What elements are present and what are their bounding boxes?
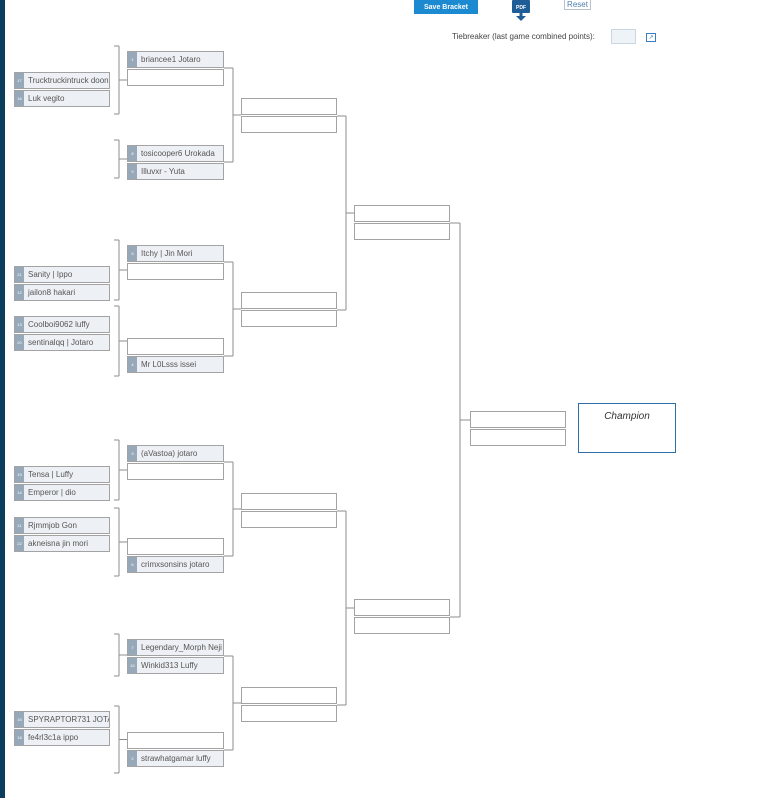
round1-slot[interactable]: [127, 463, 224, 480]
round3-slot[interactable]: [354, 599, 450, 616]
bracket-connector-lines: [114, 45, 470, 774]
seed-badge: 21: [15, 267, 24, 282]
play-in-slot[interactable]: 11 Rjmmjob Gon: [14, 517, 110, 534]
round2-slot[interactable]: [241, 511, 337, 528]
round1-slot[interactable]: 6 crimxsonsins jotaro: [127, 556, 224, 573]
team-name: Rjmmjob Gon: [28, 521, 77, 530]
team-name: Mr L0Lsss issei: [141, 360, 197, 369]
seed-badge: 8: [128, 146, 137, 161]
play-in-slot[interactable]: 19 Tensa | Luffy: [14, 466, 110, 483]
team-name: (aVastoa) jotaro: [141, 449, 198, 458]
team-name: strawhatgamar luffy: [141, 754, 211, 763]
round2-slot[interactable]: [241, 292, 337, 309]
final-slot[interactable]: [470, 411, 566, 428]
team-name: sentinalqq | Jotaro: [28, 338, 94, 347]
champion-label: Champion: [604, 411, 650, 422]
round1-slot[interactable]: [127, 538, 224, 555]
seed-badge: 16: [15, 91, 24, 106]
team-name: briancee1 Jotaro: [141, 55, 201, 64]
seed-badge: 11: [15, 518, 24, 533]
team-name: Tensa | Luffy: [28, 470, 74, 479]
team-name: Trucktruckintruck doon: [28, 76, 109, 85]
team-name: fe4rl3c1a ippo: [28, 733, 79, 742]
seed-badge: 3: [128, 446, 137, 461]
seed-badge: 10: [128, 658, 137, 673]
play-in-slot[interactable]: 13 Coolboi9062 luffy: [14, 316, 110, 333]
seed-badge: 18: [15, 730, 24, 745]
team-name: jailon8 hakari: [28, 288, 76, 297]
round1-slot[interactable]: 8 tosicooper6 Urokada: [127, 145, 224, 162]
round1-slot[interactable]: [127, 69, 224, 86]
seed-badge: 1: [128, 52, 137, 67]
seed-badge: 7: [128, 640, 137, 655]
round2-slot[interactable]: [241, 705, 337, 722]
seed-badge: 22: [15, 536, 24, 551]
play-in-slot[interactable]: 22 akneisna jin mori: [14, 535, 110, 552]
round2-slot[interactable]: [241, 493, 337, 510]
team-name: Emperor | dio: [28, 488, 76, 497]
seed-badge: 15: [15, 712, 24, 727]
round1-slot[interactable]: [127, 263, 224, 280]
final-slot[interactable]: [470, 429, 566, 446]
team-name: akneisna jin mori: [28, 539, 89, 548]
seed-badge: 4: [128, 357, 137, 372]
team-name: Winkid313 Luffy: [141, 661, 198, 670]
round2-slot[interactable]: [241, 310, 337, 327]
seed-badge: 2: [128, 751, 137, 766]
team-name: Legendary_Morph Neji: [141, 643, 222, 652]
team-name: crimxsonsins jotaro: [141, 560, 210, 569]
team-name: Sanity | Ippo: [28, 270, 73, 279]
round2-slot[interactable]: [241, 98, 337, 115]
round1-slot[interactable]: [127, 338, 224, 355]
round3-slot[interactable]: [354, 223, 450, 240]
seed-badge: 9: [128, 164, 137, 179]
seed-badge: 14: [15, 485, 24, 500]
champion-box[interactable]: Champion: [578, 403, 676, 453]
seed-badge: 20: [15, 335, 24, 350]
play-in-slot[interactable]: 17 Trucktruckintruck doon: [14, 72, 110, 89]
round1-slot[interactable]: 1 briancee1 Jotaro: [127, 51, 224, 68]
round3-slot[interactable]: [354, 617, 450, 634]
play-in-slot[interactable]: 14 Emperor | dio: [14, 484, 110, 501]
team-name: Coolboi9062 luffy: [28, 320, 90, 329]
round1-slot[interactable]: 9 Illuvxr - Yuta: [127, 163, 224, 180]
team-name: tosicooper6 Urokada: [141, 149, 215, 158]
round1-slot[interactable]: [127, 732, 224, 749]
round1-slot[interactable]: 10 Winkid313 Luffy: [127, 657, 224, 674]
seed-badge: 6: [128, 557, 137, 572]
team-name: SPYRAPTOR731 JOTARO: [28, 715, 109, 724]
seed-badge: 19: [15, 467, 24, 482]
play-in-slot[interactable]: 12 jailon8 hakari: [14, 284, 110, 301]
seed-badge: 13: [15, 317, 24, 332]
play-in-slot[interactable]: 15 SPYRAPTOR731 JOTARO: [14, 711, 110, 728]
play-in-slot[interactable]: 21 Sanity | Ippo: [14, 266, 110, 283]
team-name: Itchy | Jin Mori: [141, 249, 193, 258]
round1-slot[interactable]: 5 Itchy | Jin Mori: [127, 245, 224, 262]
round2-slot[interactable]: [241, 687, 337, 704]
round1-slot[interactable]: 4 Mr L0Lsss issei: [127, 356, 224, 373]
play-in-slot[interactable]: 18 fe4rl3c1a ippo: [14, 729, 110, 746]
seed-badge: 17: [15, 73, 24, 88]
seed-badge: 5: [128, 246, 137, 261]
round1-slot[interactable]: 2 strawhatgamar luffy: [127, 750, 224, 767]
round2-slot[interactable]: [241, 116, 337, 133]
round1-slot[interactable]: 3 (aVastoa) jotaro: [127, 445, 224, 462]
seed-badge: 12: [15, 285, 24, 300]
play-in-slot[interactable]: 20 sentinalqq | Jotaro: [14, 334, 110, 351]
team-name: Illuvxr - Yuta: [141, 167, 185, 176]
play-in-slot[interactable]: 16 Luk vegito: [14, 90, 110, 107]
round1-slot[interactable]: 7 Legendary_Morph Neji: [127, 639, 224, 656]
team-name: Luk vegito: [28, 94, 65, 103]
round3-slot[interactable]: [354, 205, 450, 222]
